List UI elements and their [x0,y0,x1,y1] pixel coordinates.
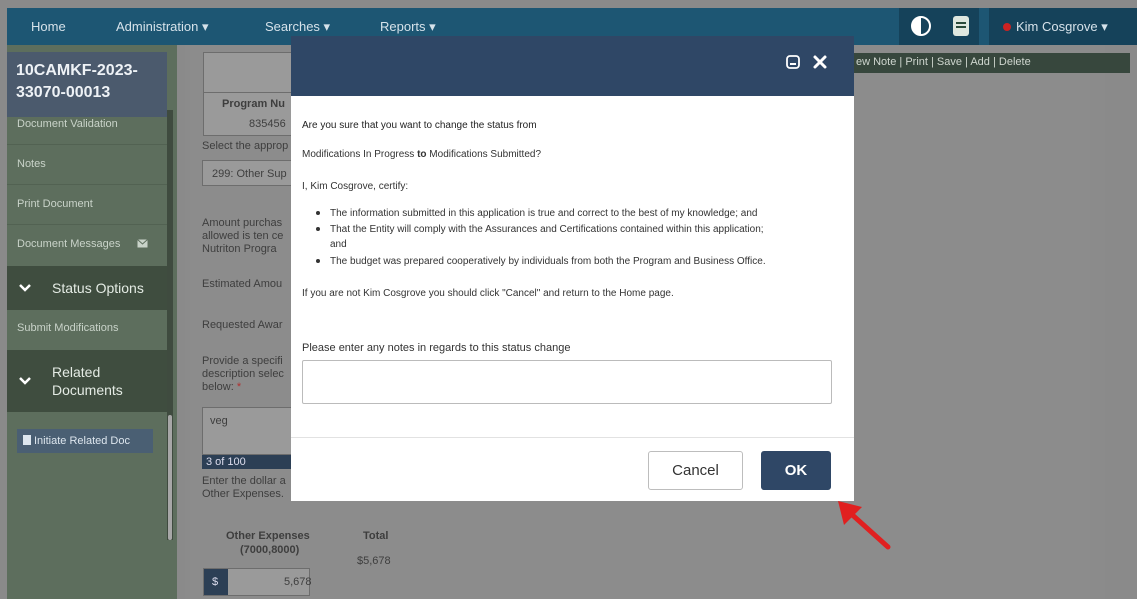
status-from: Modifications In Progress [302,149,415,160]
envelope-icon [137,239,148,248]
sidebar-scrollbar-thumb[interactable] [168,415,172,540]
cancel-button[interactable]: Cancel [648,451,743,490]
sidebar-divider [7,184,167,185]
provide-specific-line2: description selec [202,368,284,380]
enter-dollar-line1: Enter the dollar a [202,475,286,487]
sidebar-item-label: Submit Modifications [17,322,119,334]
not-user-note: If you are not Kim Cosgrove you should c… [302,288,674,299]
other-expenses-header-line2: (7000,8000) [240,544,300,556]
provide-specific-line3: below: * [202,381,241,394]
description-value: veg [210,415,228,427]
minimize-icon[interactable] [786,55,800,69]
user-name: Kim Cosgrove ▾ [1016,19,1108,34]
expense-type-select[interactable]: 299: Other Sup [202,160,292,186]
amount-text-line2: allowed is ten ce [202,230,284,242]
select-approp-label: Select the approp [202,140,289,152]
currency-symbol: $ [212,576,219,588]
requested-award-label: Requested Awar [202,319,283,331]
certification-bullet-1: The information submitted in this applic… [330,208,758,219]
nav-home[interactable]: Home [31,19,66,34]
status-options-label: Status Options [52,280,144,296]
related-documents-label: Related Documents [52,363,123,399]
enter-dollar-line2: Other Expenses. [202,488,284,500]
chevron-down-icon [19,377,31,385]
char-count-bar: 3 of 100 [202,455,292,469]
status-change-modal [291,36,854,501]
contrast-toggle[interactable] [899,8,943,45]
certification-bullet-3: The budget was prepared cooperatively by… [330,256,766,267]
program-number-label: Program Nu [222,98,285,110]
document-add-icon [23,435,31,445]
sidebar-item-document-messages[interactable]: Document Messages [7,238,167,258]
nav-reports[interactable]: Reports ▾ [380,19,436,35]
sidebar-item-notes[interactable]: Notes [7,158,167,178]
document-title-line1: 10CAMKF-2023- [16,62,138,79]
status-dot-icon [1003,23,1011,31]
sidebar-item-label: Notes [17,158,46,170]
document-title: 10CAMKF-2023- 33070-00013 [7,52,167,117]
amount-text-line1: Amount purchas [202,217,283,229]
provide-specific-text: below: [202,381,234,393]
modal-question: Are you sure that you want to change the… [302,120,537,131]
sidebar-item-document-validation[interactable]: Document Validation [7,118,167,138]
sidebar-divider [7,224,167,225]
notes-input[interactable] [302,360,832,404]
other-expenses-header-line1: Other Expenses [226,530,310,542]
document-toolbar[interactable]: ew Note | Print | Save | Add | Delete [848,53,1130,73]
sidebar-item-label: Document Messages [17,238,121,250]
notes-label: Please enter any notes in regards to thi… [302,342,571,354]
amount-text-line3: Nutriton Progra [202,243,277,255]
document-title-line2: 33070-00013 [16,84,111,101]
initiate-related-doc-label: Initiate Related Doc [34,435,130,447]
modal-footer-divider [291,437,854,438]
related-documents-section[interactable]: Related Documents [7,350,167,412]
bullet-icon [316,227,320,231]
chevron-down-icon [19,284,31,292]
expense-type-value: 299: Other Sup [212,168,287,180]
char-count: 3 of 100 [206,456,246,468]
certify-statement: I, Kim Cosgrove, certify: [302,181,409,192]
sidebar-item-submit-modifications[interactable]: Submit Modifications [7,322,167,342]
sidebar-divider [7,144,167,145]
modal-status-line: Modifications In Progress to Modificatio… [302,148,541,161]
red-arrow-annotation [838,501,891,550]
close-icon[interactable] [812,54,828,70]
sidebar-item-label: Print Document [17,198,93,210]
program-number-value: 835456 [249,118,286,130]
notes-panel-toggle[interactable] [943,8,979,45]
related-documents-line1: Related [52,364,101,380]
sidebar-item-print-document[interactable]: Print Document [7,198,167,218]
contrast-icon [911,16,931,36]
other-expenses-value: 5,678 [284,576,312,588]
status-options-section[interactable]: Status Options [7,266,167,310]
required-marker: * [236,381,242,393]
total-value: $5,678 [357,555,391,567]
nav-administration[interactable]: Administration ▾ [116,19,209,35]
bullet-icon [316,259,320,263]
certification-bullet-2-cont: and [330,239,347,250]
estimated-amount-label: Estimated Amou [202,278,283,290]
ok-button[interactable]: OK [761,451,831,490]
description-textarea[interactable]: veg [202,407,292,455]
user-menu[interactable]: Kim Cosgrove ▾ [989,8,1137,45]
other-expenses-input[interactable]: $ 5,678 [203,568,312,596]
status-to-word: to [417,149,427,160]
bullet-icon [316,211,320,215]
nav-searches[interactable]: Searches ▾ [265,19,330,35]
sidebar-item-label: Document Validation [17,118,118,130]
status-to: Modifications Submitted? [429,149,542,160]
related-documents-line2: Documents [52,382,123,398]
certification-bullet-2: That the Entity will comply with the Ass… [330,224,764,235]
provide-specific-line1: Provide a specifi [202,355,283,367]
table-divider [203,92,293,93]
document-icon [953,16,969,36]
currency-addon: $ [204,569,228,595]
initiate-related-doc-button[interactable]: Initiate Related Doc [17,429,153,453]
modal-header [291,36,854,96]
total-header: Total [363,530,389,542]
